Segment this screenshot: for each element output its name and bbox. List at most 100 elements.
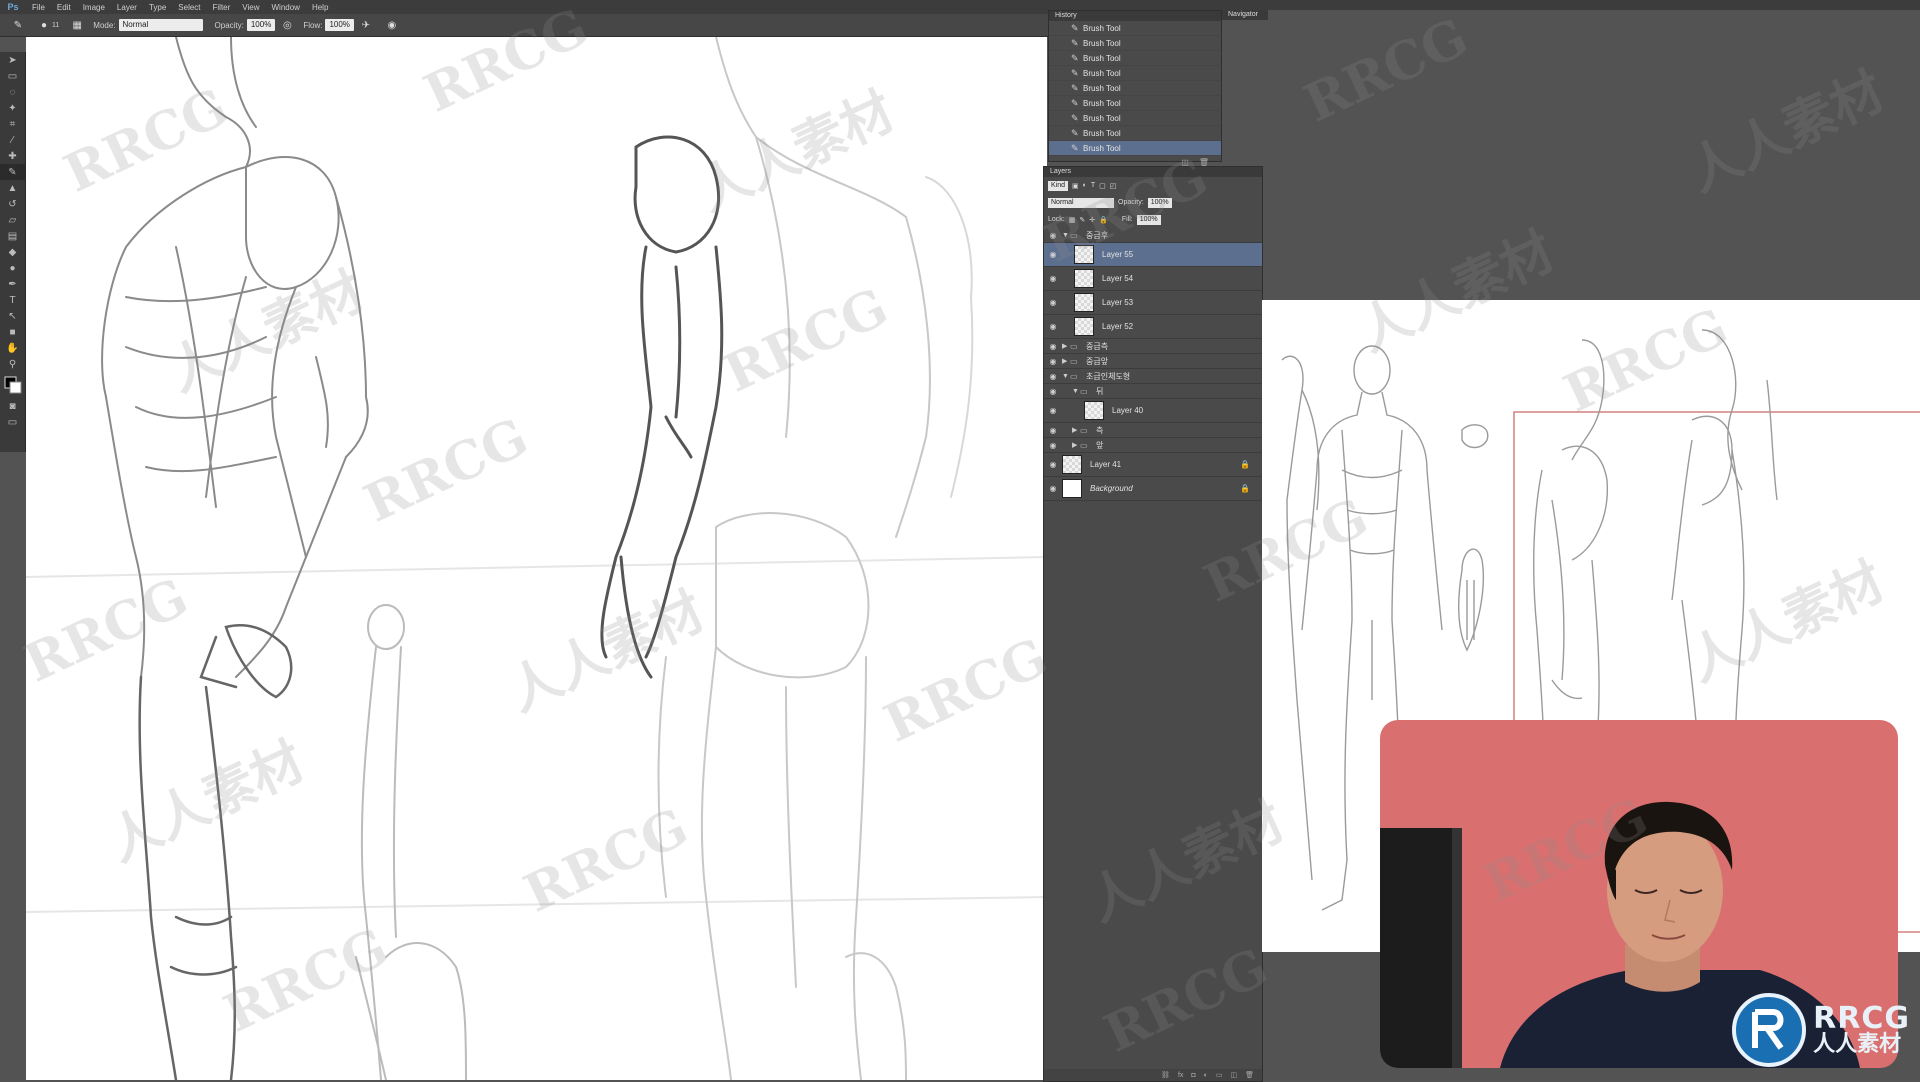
color-swatch-icon[interactable] (0, 372, 25, 398)
layer-opacity-field[interactable]: 100% (1147, 197, 1172, 208)
history-item[interactable]: ✎ Brush Tool (1049, 126, 1221, 141)
visibility-eye-icon[interactable]: ◉ (1044, 342, 1062, 351)
healing-tool-icon[interactable]: ✚ (0, 148, 25, 164)
photoshop-logo[interactable]: Ps (0, 2, 26, 12)
brush-size-value[interactable]: 11 (52, 22, 59, 29)
type-tool-icon[interactable]: T (0, 292, 25, 308)
visibility-eye-icon[interactable]: ◉ (1044, 250, 1062, 259)
layer-row[interactable]: ◉ Layer 40 (1044, 399, 1262, 423)
add-mask-icon[interactable]: ◘ (1191, 1072, 1195, 1079)
document-canvas[interactable] (26, 37, 1047, 1080)
layer-row[interactable]: ◉ Layer 53 (1044, 291, 1262, 315)
filter-pixel-icon[interactable]: ▣ (1072, 182, 1079, 190)
history-brush-tool-icon[interactable]: ↺ (0, 196, 25, 212)
new-layer-icon[interactable]: ◫ (1230, 1071, 1237, 1079)
collapsed-arrow-icon[interactable]: ▶ (1062, 342, 1070, 350)
fx-icon[interactable]: fx (1178, 1072, 1183, 1079)
airbrush-icon[interactable]: ✈ (358, 18, 374, 32)
link-layers-icon[interactable]: ⛓ (1161, 1071, 1170, 1079)
brush-tool-icon[interactable]: ✎ (10, 18, 26, 32)
menu-type[interactable]: Type (143, 3, 172, 12)
layer-row[interactable]: ◉ Layer 41 🔒 (1044, 453, 1262, 477)
crop-tool-icon[interactable]: ⌗ (0, 116, 25, 132)
layer-row-background[interactable]: ◉ Background 🔒 (1044, 477, 1262, 501)
lasso-tool-icon[interactable]: ◌ (0, 84, 25, 100)
screen-mode-icon[interactable]: ▭ (0, 414, 25, 430)
layer-group-row[interactable]: ◉ ▼ ▭ 초급인체도형 (1044, 369, 1262, 384)
layer-group-row[interactable]: ◉ ▶ ▭ 중급앞 (1044, 354, 1262, 369)
kind-filter-select[interactable]: Kind (1048, 180, 1069, 191)
blur-tool-icon[interactable]: ◆ (0, 244, 25, 260)
history-item[interactable]: ✎ Brush Tool (1049, 21, 1221, 36)
visibility-eye-icon[interactable]: ◉ (1044, 322, 1062, 331)
layers-tab[interactable]: Layers (1044, 167, 1262, 177)
visibility-eye-icon[interactable]: ◉ (1044, 298, 1062, 307)
opacity-field[interactable]: 100% (246, 19, 276, 31)
menu-edit[interactable]: Edit (51, 3, 77, 12)
expanded-arrow-icon[interactable]: ▼ (1062, 373, 1070, 380)
menu-image[interactable]: Image (77, 3, 111, 12)
history-item[interactable]: ✎ Brush Tool (1049, 81, 1221, 96)
collapsed-arrow-icon[interactable]: ▶ (1072, 441, 1080, 449)
filter-shape-icon[interactable]: ▢ (1099, 182, 1106, 190)
shape-tool-icon[interactable]: ■ (0, 324, 25, 340)
trash-icon[interactable]: 🗑 (1245, 1071, 1254, 1079)
visibility-eye-icon[interactable]: ◉ (1044, 231, 1062, 240)
filter-type-icon[interactable]: T (1091, 182, 1095, 189)
pressure-size-icon[interactable]: ◉ (384, 18, 400, 32)
hand-tool-icon[interactable]: ✋ (0, 340, 25, 356)
visibility-eye-icon[interactable]: ◉ (1044, 426, 1062, 435)
filter-smart-icon[interactable]: ◰ (1110, 182, 1117, 190)
layer-row[interactable]: ◉ Layer 52 (1044, 315, 1262, 339)
visibility-eye-icon[interactable]: ◉ (1044, 372, 1062, 381)
move-tool-icon[interactable]: ➤ (0, 52, 25, 68)
pen-tool-icon[interactable]: ✒ (0, 276, 25, 292)
adjustment-layer-icon[interactable]: ◐ (1204, 1072, 1208, 1079)
mode-select[interactable]: Normal (118, 19, 203, 31)
lock-position-icon[interactable]: ✛ (1089, 216, 1095, 224)
expanded-arrow-icon[interactable]: ▼ (1062, 232, 1070, 239)
new-group-icon[interactable]: ▭ (1216, 1071, 1223, 1079)
menu-window[interactable]: Window (266, 3, 306, 12)
menu-select[interactable]: Select (172, 3, 206, 12)
dodge-tool-icon[interactable]: ● (0, 260, 25, 276)
visibility-eye-icon[interactable]: ◉ (1044, 406, 1062, 415)
quick-mask-icon[interactable]: ◙ (0, 398, 25, 414)
layer-subgroup-row[interactable]: ◉ ▼ ▭ 뒤 (1044, 384, 1262, 399)
visibility-eye-icon[interactable]: ◉ (1044, 387, 1062, 396)
flow-field[interactable]: 100% (325, 19, 354, 31)
menu-view[interactable]: View (236, 3, 265, 12)
history-item[interactable]: ✎ Brush Tool (1049, 51, 1221, 66)
visibility-eye-icon[interactable]: ◉ (1044, 441, 1062, 450)
eyedropper-tool-icon[interactable]: ⁄ (0, 132, 25, 148)
eraser-tool-icon[interactable]: ▱ (0, 212, 25, 228)
history-tab[interactable]: History (1049, 11, 1221, 21)
menu-layer[interactable]: Layer (111, 3, 143, 12)
lock-image-icon[interactable]: ✎ (1079, 216, 1085, 224)
history-item[interactable]: ✎ Brush Tool (1049, 66, 1221, 81)
history-item[interactable]: ✎ Brush Tool (1049, 96, 1221, 111)
menu-filter[interactable]: Filter (207, 3, 237, 12)
gradient-tool-icon[interactable]: ▤ (0, 228, 25, 244)
pressure-opacity-icon[interactable]: ◎ (279, 18, 295, 32)
visibility-eye-icon[interactable]: ◉ (1044, 460, 1062, 469)
filter-adjust-icon[interactable]: ◐ (1083, 182, 1087, 189)
brush-tool-icon[interactable]: ✎ (0, 164, 25, 180)
stamp-tool-icon[interactable]: ▲ (0, 180, 25, 196)
fill-field[interactable]: 100% (1136, 214, 1161, 225)
history-item-current[interactable]: ✎ Brush Tool (1049, 141, 1221, 156)
visibility-eye-icon[interactable]: ◉ (1044, 357, 1062, 366)
quick-select-tool-icon[interactable]: ✦ (0, 100, 25, 116)
brush-preset-icon[interactable]: ● (36, 18, 52, 32)
collapsed-arrow-icon[interactable]: ▶ (1072, 426, 1080, 434)
blend-mode-select[interactable]: Normal (1048, 197, 1114, 208)
layer-row-selected[interactable]: ◉ Layer 55 (1044, 243, 1262, 267)
layer-group-row[interactable]: ◉ ▶ ▭ 중급측 (1044, 339, 1262, 354)
navigator-tab[interactable]: Navigator (1222, 10, 1268, 20)
menu-file[interactable]: File (26, 3, 51, 12)
collapsed-arrow-icon[interactable]: ▶ (1062, 357, 1070, 365)
lock-transparent-icon[interactable]: ▦ (1069, 216, 1076, 224)
menu-help[interactable]: Help (306, 3, 334, 12)
layer-row[interactable]: ◉ Layer 54 (1044, 267, 1262, 291)
path-select-tool-icon[interactable]: ↖ (0, 308, 25, 324)
